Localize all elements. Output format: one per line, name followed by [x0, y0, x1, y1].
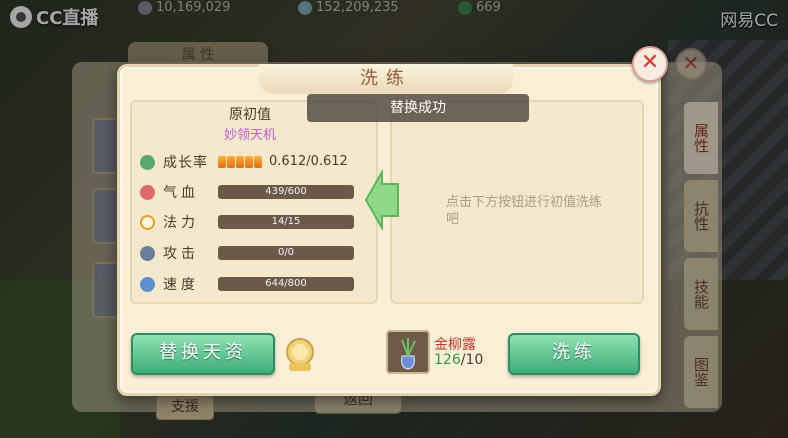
- replace-aptitude-button[interactable]: 替换天资: [131, 333, 275, 375]
- boot-icon: [140, 276, 155, 292]
- vase-icon: [401, 338, 416, 370]
- left-arrow-icon: [364, 170, 399, 230]
- close-button[interactable]: ✕: [632, 46, 668, 82]
- growth-pips: 0.612/0.612: [218, 154, 348, 169]
- material-name: 金柳露: [434, 337, 476, 353]
- medal-icon[interactable]: [285, 337, 315, 373]
- wash-hint-text: 点击下方按钮进行初值洗练吧: [446, 195, 603, 227]
- stat-label: 成长率: [163, 155, 208, 171]
- replace-success-toast: 替换成功: [307, 94, 529, 122]
- stat-label: 攻击: [163, 246, 199, 262]
- hp-bar: 439/600: [218, 185, 354, 199]
- original-values-heading: 原初值: [229, 107, 271, 123]
- stat-row-growth: 成长率 0.612/0.612: [140, 152, 370, 172]
- attack-bar: 0/0: [218, 246, 354, 260]
- stat-row-attack: 攻击 0/0: [140, 243, 370, 263]
- stat-row-speed: 速度 644/800: [140, 274, 370, 294]
- growth-pip: [236, 155, 244, 168]
- attack-value: 0/0: [277, 247, 295, 258]
- close-icon: ✕: [640, 50, 660, 75]
- stat-label: 速度: [163, 277, 199, 293]
- material-owned: 126: [434, 352, 461, 368]
- stat-label: 气血: [163, 185, 199, 201]
- dialog-title: 洗练: [259, 64, 513, 94]
- growth-value: 0.612/0.612: [269, 154, 348, 169]
- hp-value: 439/600: [265, 186, 307, 197]
- material-count: 126/10: [434, 352, 483, 368]
- growth-pip: [218, 155, 226, 168]
- stat-label: 法力: [163, 215, 199, 231]
- stat-row-mp: 法力 14/15: [140, 212, 370, 232]
- speed-value: 644/800: [265, 278, 307, 289]
- ring-icon: [140, 214, 155, 230]
- mp-bar: 14/15: [218, 215, 354, 229]
- growth-pip: [245, 155, 253, 168]
- material-required: /10: [460, 352, 484, 368]
- stat-row-hp: 气血 439/600: [140, 182, 370, 202]
- growth-pip: [254, 155, 262, 168]
- heart-icon: [140, 184, 155, 200]
- growth-pip: [227, 155, 235, 168]
- speed-bar: 644/800: [218, 277, 354, 291]
- sword-icon: [140, 245, 155, 261]
- growth-icon: [140, 154, 155, 170]
- wash-button[interactable]: 洗练: [508, 333, 640, 375]
- material-slot[interactable]: [386, 330, 430, 374]
- mp-value: 14/15: [271, 216, 301, 227]
- pet-name: 妙领天机: [223, 128, 276, 143]
